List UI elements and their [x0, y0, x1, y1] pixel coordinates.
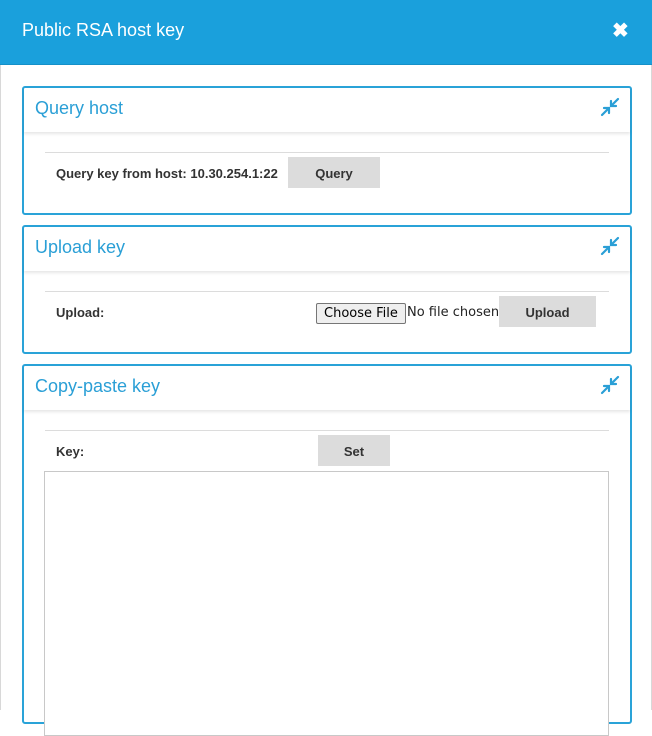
- panel-header: Query host: [24, 88, 630, 132]
- dialog-body: Query host Query key from host: 10.30.25…: [0, 65, 652, 736]
- upload-key-panel: Upload key Upload: Choose File No file c…: [22, 225, 632, 354]
- upload-button[interactable]: Upload: [499, 296, 596, 327]
- collapse-arrows-icon[interactable]: [600, 375, 620, 395]
- dialog-header: Public RSA host key ✖: [0, 0, 652, 65]
- file-status: No file chosen: [407, 305, 500, 320]
- copy-paste-key-panel: Copy-paste key Key: Set: [22, 364, 632, 736]
- query-button[interactable]: Query: [288, 157, 380, 188]
- panel-header: Upload key: [24, 227, 630, 271]
- query-host-label: Query key from host: 10.30.254.1:22: [56, 166, 278, 181]
- choose-file-button[interactable]: Choose File: [316, 303, 406, 324]
- divider: [45, 430, 609, 431]
- panel-title: Upload key: [35, 237, 126, 257]
- divider: [45, 152, 609, 153]
- set-button[interactable]: Set: [318, 435, 390, 466]
- key-textarea[interactable]: [44, 471, 609, 736]
- collapse-arrows-icon[interactable]: [600, 97, 620, 117]
- divider: [45, 291, 609, 292]
- query-host-panel: Query host Query key from host: 10.30.25…: [22, 86, 632, 215]
- key-label: Key:: [56, 444, 85, 459]
- close-icon[interactable]: ✖: [612, 20, 629, 42]
- panel-title: Query host: [35, 98, 124, 118]
- panel-title: Copy-paste key: [35, 376, 161, 396]
- collapse-arrows-icon[interactable]: [600, 236, 620, 256]
- panel-header: Copy-paste key: [24, 366, 630, 410]
- upload-label: Upload:: [56, 305, 105, 320]
- dialog-title: Public RSA host key: [22, 20, 185, 40]
